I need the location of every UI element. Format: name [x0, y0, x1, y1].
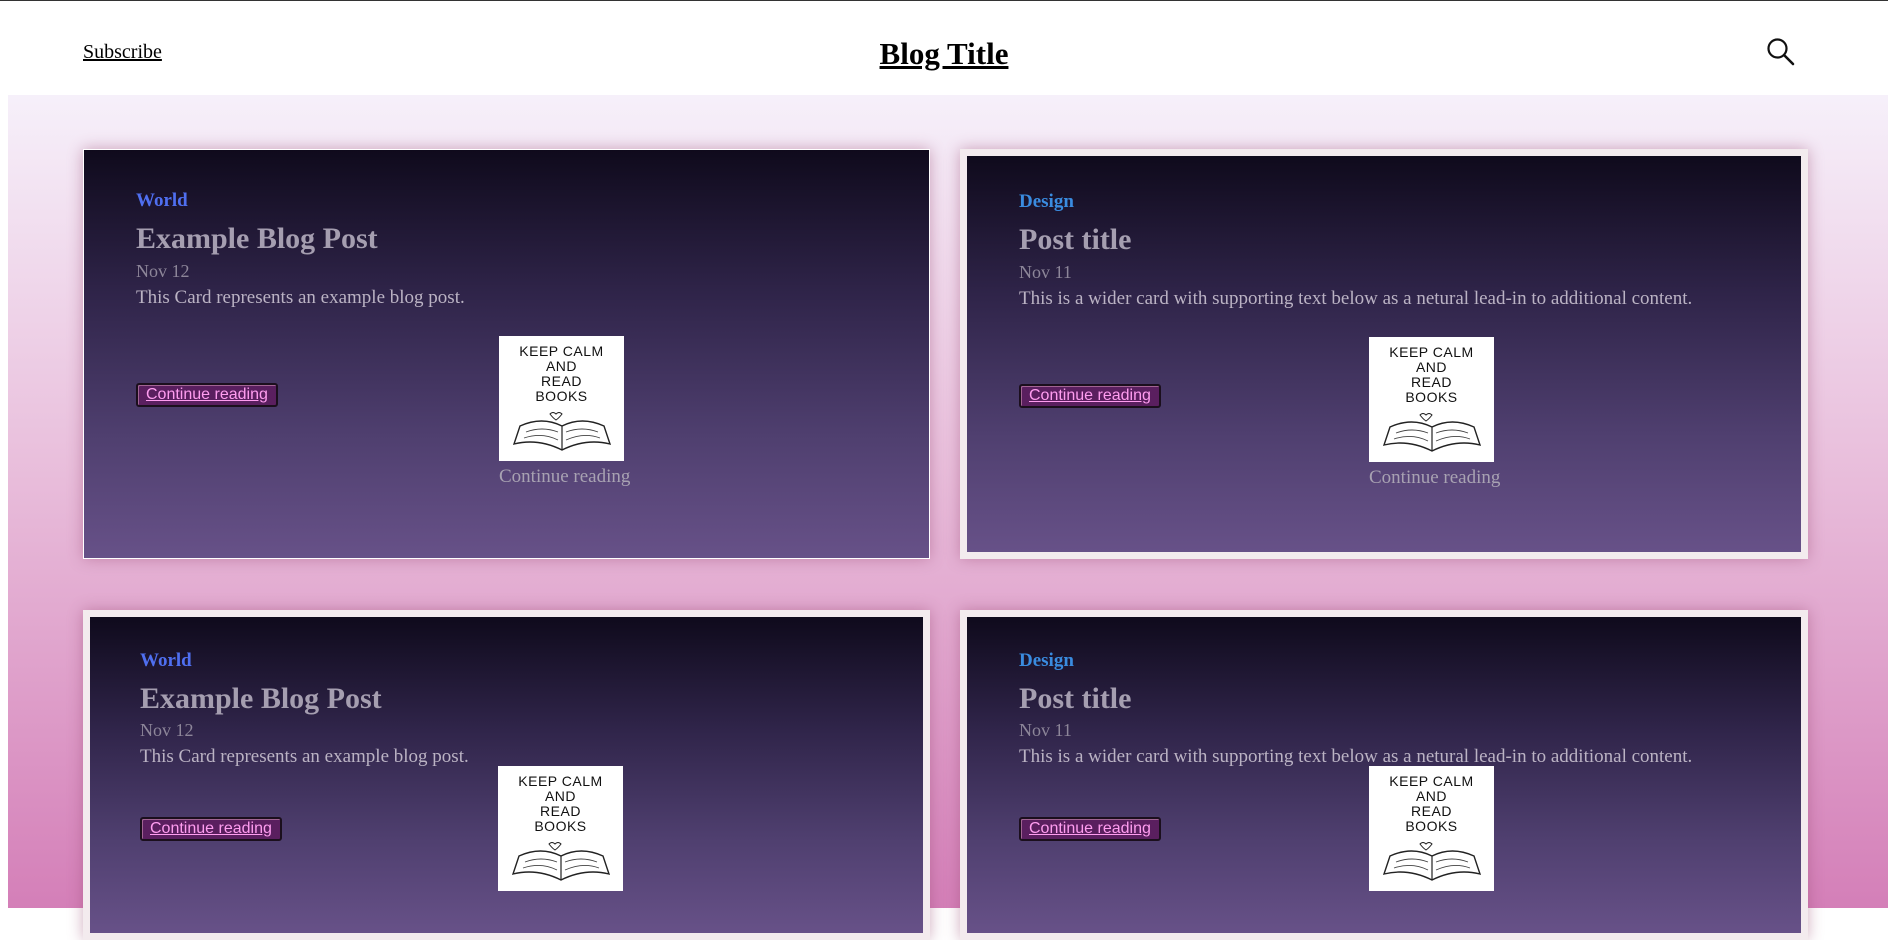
- post-title: Example Blog Post: [136, 222, 378, 255]
- post-description: This Card represents an example blog pos…: [140, 746, 469, 767]
- post-thumbnail[interactable]: KEEP CALM AND READ BOOKS: [499, 336, 624, 461]
- post-card: Design Post title Nov 11 This is a wider…: [960, 610, 1808, 940]
- post-thumbnail[interactable]: KEEP CALM AND READ BOOKS: [498, 766, 623, 891]
- continue-reading-button[interactable]: Continue reading: [1019, 817, 1161, 841]
- post-category[interactable]: Design: [1019, 191, 1074, 213]
- post-date: Nov 11: [1019, 262, 1072, 282]
- site-header: Subscribe Blog Title: [0, 1, 1888, 95]
- continue-reading-button[interactable]: Continue reading: [140, 817, 282, 841]
- thumbnail-text: KEEP CALM AND READ BOOKS: [518, 773, 603, 834]
- continue-reading-button[interactable]: Continue reading: [136, 383, 278, 407]
- open-book-icon: [1382, 842, 1482, 881]
- open-book-icon: [1382, 413, 1482, 452]
- blog-title[interactable]: Blog Title: [0, 36, 1888, 72]
- post-card: World Example Blog Post Nov 12 This Card…: [83, 149, 930, 559]
- post-category[interactable]: World: [136, 190, 188, 212]
- continue-reading-link[interactable]: Continue reading: [499, 466, 630, 488]
- post-grid: World Example Blog Post Nov 12 This Card…: [8, 95, 1888, 940]
- post-title: Post title: [1019, 682, 1132, 715]
- post-thumbnail[interactable]: KEEP CALM AND READ BOOKS: [1369, 766, 1494, 891]
- continue-reading-link[interactable]: Continue reading: [1369, 467, 1500, 489]
- post-description: This is a wider card with supporting tex…: [1019, 746, 1693, 767]
- post-date: Nov 12: [140, 720, 194, 740]
- post-thumbnail[interactable]: KEEP CALM AND READ BOOKS: [1369, 337, 1494, 462]
- thumbnail-text: KEEP CALM AND READ BOOKS: [519, 343, 604, 404]
- post-card: World Example Blog Post Nov 12 This Card…: [83, 610, 930, 940]
- open-book-icon: [512, 412, 612, 451]
- post-description: This is a wider card with supporting tex…: [1019, 288, 1693, 309]
- post-category[interactable]: World: [140, 650, 192, 672]
- continue-reading-button[interactable]: Continue reading: [1019, 384, 1161, 408]
- post-title: Post title: [1019, 223, 1132, 256]
- thumbnail-text: KEEP CALM AND READ BOOKS: [1389, 344, 1474, 405]
- post-card: Design Post title Nov 11 This is a wider…: [960, 149, 1808, 559]
- open-book-icon: [511, 842, 611, 881]
- post-date: Nov 12: [136, 261, 190, 281]
- post-date: Nov 11: [1019, 720, 1072, 740]
- post-category[interactable]: Design: [1019, 650, 1074, 672]
- post-description: This Card represents an example blog pos…: [136, 287, 465, 308]
- thumbnail-text: KEEP CALM AND READ BOOKS: [1389, 773, 1474, 834]
- post-title: Example Blog Post: [140, 682, 382, 715]
- search-icon[interactable]: [1766, 37, 1796, 67]
